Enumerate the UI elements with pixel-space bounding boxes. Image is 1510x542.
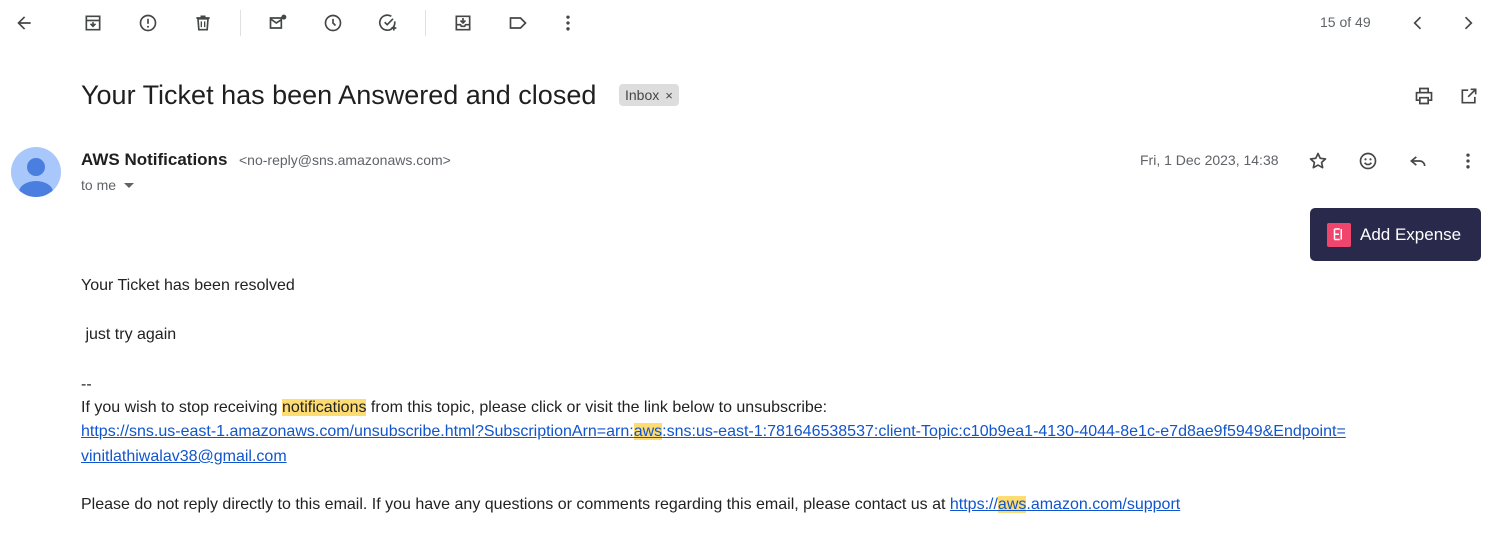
back-icon bbox=[17, 16, 31, 30]
mark-unread-icon bbox=[269, 14, 287, 29]
support-link[interactable]: https://aws.amazon.com/support bbox=[950, 496, 1180, 513]
search-highlight: aws bbox=[633, 423, 663, 440]
move-to-icon bbox=[455, 15, 471, 31]
older-button[interactable] bbox=[1452, 7, 1484, 39]
delete-button[interactable] bbox=[187, 7, 219, 39]
reply-button[interactable] bbox=[1402, 145, 1434, 177]
emoji-icon bbox=[1359, 152, 1377, 170]
unsubscribe-link-line: https://sns.us-east-1.amazonaws.com/unsu… bbox=[81, 423, 1346, 441]
chevron-left-icon bbox=[1413, 16, 1422, 30]
sender-email: <no-reply@sns.amazonaws.com> bbox=[239, 152, 451, 168]
emoji-reaction-button[interactable] bbox=[1352, 145, 1384, 177]
signature-separator: -- bbox=[81, 376, 92, 393]
more-icon bbox=[566, 15, 570, 31]
unsubscribe-text-pre: If you wish to stop receiving bbox=[81, 399, 282, 416]
avatar[interactable] bbox=[11, 147, 61, 197]
toolbar-divider bbox=[240, 10, 241, 36]
unsubscribe-notice: If you wish to stop receiving notificati… bbox=[81, 399, 827, 417]
label-text: Inbox bbox=[625, 87, 660, 103]
add-task-icon bbox=[378, 14, 397, 31]
pagination-count: 15 of 49 bbox=[1320, 14, 1371, 30]
inbox-label-chip[interactable]: Inbox × bbox=[619, 84, 679, 106]
link-text: https:// bbox=[949, 496, 998, 513]
move-to-button[interactable] bbox=[447, 7, 479, 39]
label-icon bbox=[509, 17, 527, 29]
archive-icon bbox=[85, 15, 101, 31]
unsubscribe-text-post: from this topic, please click or visit t… bbox=[366, 399, 828, 416]
snooze-icon bbox=[324, 14, 342, 32]
mark-unread-button[interactable] bbox=[262, 7, 294, 39]
expense-app-logo-icon bbox=[1327, 222, 1351, 247]
caret-down-icon bbox=[124, 182, 135, 188]
print-icon bbox=[1415, 87, 1433, 105]
unsubscribe-link-continued[interactable]: vinitlathiwalav38@gmail.com bbox=[81, 448, 287, 465]
body-line-try-again: just try again bbox=[81, 326, 177, 343]
open-new-window-icon bbox=[1461, 88, 1477, 104]
add-task-button[interactable] bbox=[372, 7, 404, 39]
add-expense-label: Add Expense bbox=[1360, 224, 1462, 244]
add-expense-button[interactable]: Add Expense bbox=[1310, 208, 1481, 261]
link-text: https://sns.us-east-1.amazonaws.com/unsu… bbox=[81, 423, 634, 440]
report-spam-button[interactable] bbox=[132, 7, 164, 39]
sender-name: AWS Notifications bbox=[81, 150, 228, 169]
print-button[interactable] bbox=[1408, 80, 1440, 112]
unsubscribe-link[interactable]: https://sns.us-east-1.amazonaws.com/unsu… bbox=[81, 423, 1346, 440]
remove-label-icon[interactable]: × bbox=[665, 88, 673, 103]
search-highlight: notifications bbox=[281, 399, 367, 416]
snooze-button[interactable] bbox=[317, 7, 349, 39]
link-text: .amazon.com/support bbox=[1026, 496, 1181, 513]
star-button[interactable] bbox=[1302, 145, 1334, 177]
chevron-right-icon bbox=[1464, 16, 1473, 30]
report-spam-icon bbox=[139, 14, 157, 32]
open-new-window-button[interactable] bbox=[1453, 80, 1485, 112]
email-subject: Your Ticket has been Answered and closed bbox=[81, 80, 597, 110]
recipient-label: to me bbox=[81, 177, 117, 193]
delete-icon bbox=[196, 15, 210, 31]
email-date: Fri, 1 Dec 2023, 14:38 bbox=[1140, 152, 1279, 168]
toolbar-divider bbox=[425, 10, 426, 36]
more-vert-icon bbox=[1466, 153, 1470, 169]
footer-text: Please do not reply directly to this ema… bbox=[81, 496, 950, 513]
person-icon bbox=[19, 158, 53, 197]
body-line-resolved: Your Ticket has been resolved bbox=[81, 277, 295, 294]
reply-icon bbox=[1410, 156, 1426, 167]
message-more-button[interactable] bbox=[1452, 145, 1484, 177]
search-highlight: aws bbox=[997, 496, 1027, 513]
link-text: :sns:us-east-1:781646538537:client-Topic… bbox=[662, 423, 1346, 440]
unsubscribe-link-line-2: vinitlathiwalav38@gmail.com bbox=[81, 448, 287, 466]
recipient-details-toggle[interactable]: to me bbox=[81, 177, 135, 193]
footer-notice: Please do not reply directly to this ema… bbox=[81, 496, 1180, 514]
more-button[interactable] bbox=[552, 7, 584, 39]
newer-button[interactable] bbox=[1402, 7, 1434, 39]
star-icon bbox=[1309, 152, 1327, 169]
label-button[interactable] bbox=[502, 7, 534, 39]
back-button[interactable] bbox=[8, 7, 40, 39]
archive-button[interactable] bbox=[77, 7, 109, 39]
